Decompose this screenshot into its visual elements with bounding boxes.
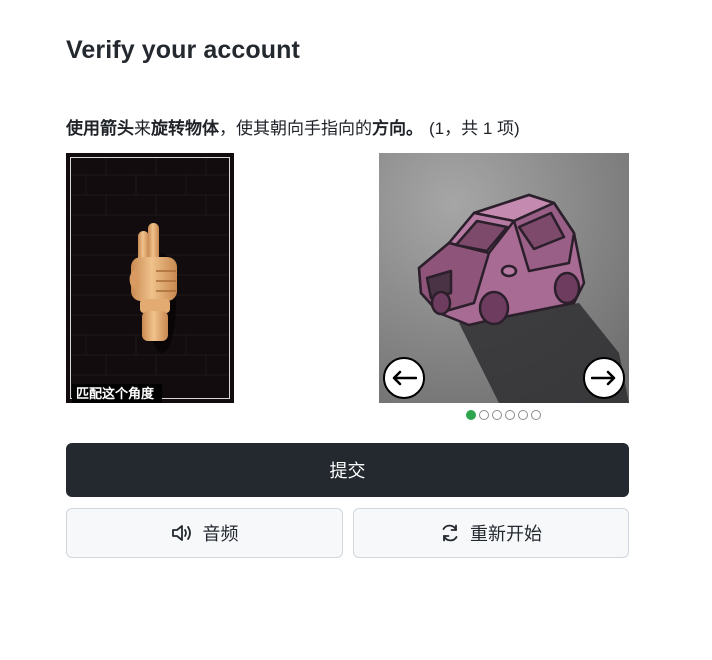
arrow-left-icon	[392, 370, 417, 386]
progress-dots	[466, 410, 541, 420]
speaker-icon	[171, 523, 193, 543]
progress-dot	[531, 410, 541, 420]
progress-dot	[479, 410, 489, 420]
audio-button[interactable]: 音频	[66, 508, 343, 558]
refresh-icon	[440, 523, 460, 543]
rotate-right-button[interactable]	[583, 357, 625, 399]
instruction-part-1: 使用箭头	[66, 119, 134, 138]
reference-frame	[70, 157, 230, 399]
progress-dot-active	[466, 410, 476, 420]
progress-dot	[518, 410, 528, 420]
progress-dot	[505, 410, 515, 420]
page-title: Verify your account	[66, 36, 300, 64]
rotate-left-button[interactable]	[383, 357, 425, 399]
reference-caption: 匹配这个角度	[72, 384, 163, 403]
arrow-right-icon	[591, 370, 616, 386]
progress-dot	[492, 410, 502, 420]
instruction-part-3: 旋转物体	[151, 119, 219, 138]
submit-button[interactable]: 提交	[66, 443, 629, 497]
instruction-text: 使用箭头来旋转物体，使其朝向手指向的方向。 (1，共 1 项)	[66, 114, 520, 139]
restart-button-label: 重新开始	[470, 524, 542, 545]
item-count: (1，共 1 项)	[429, 119, 520, 138]
audio-button-label: 音频	[202, 524, 239, 545]
instruction-part-5: 方向。	[372, 119, 423, 138]
instruction-part-4: ，使其朝向手指向的	[219, 119, 372, 138]
reference-image-panel: 匹配这个角度	[66, 153, 234, 403]
restart-button[interactable]: 重新开始	[353, 508, 629, 558]
instruction-part-2: 来	[134, 119, 151, 138]
